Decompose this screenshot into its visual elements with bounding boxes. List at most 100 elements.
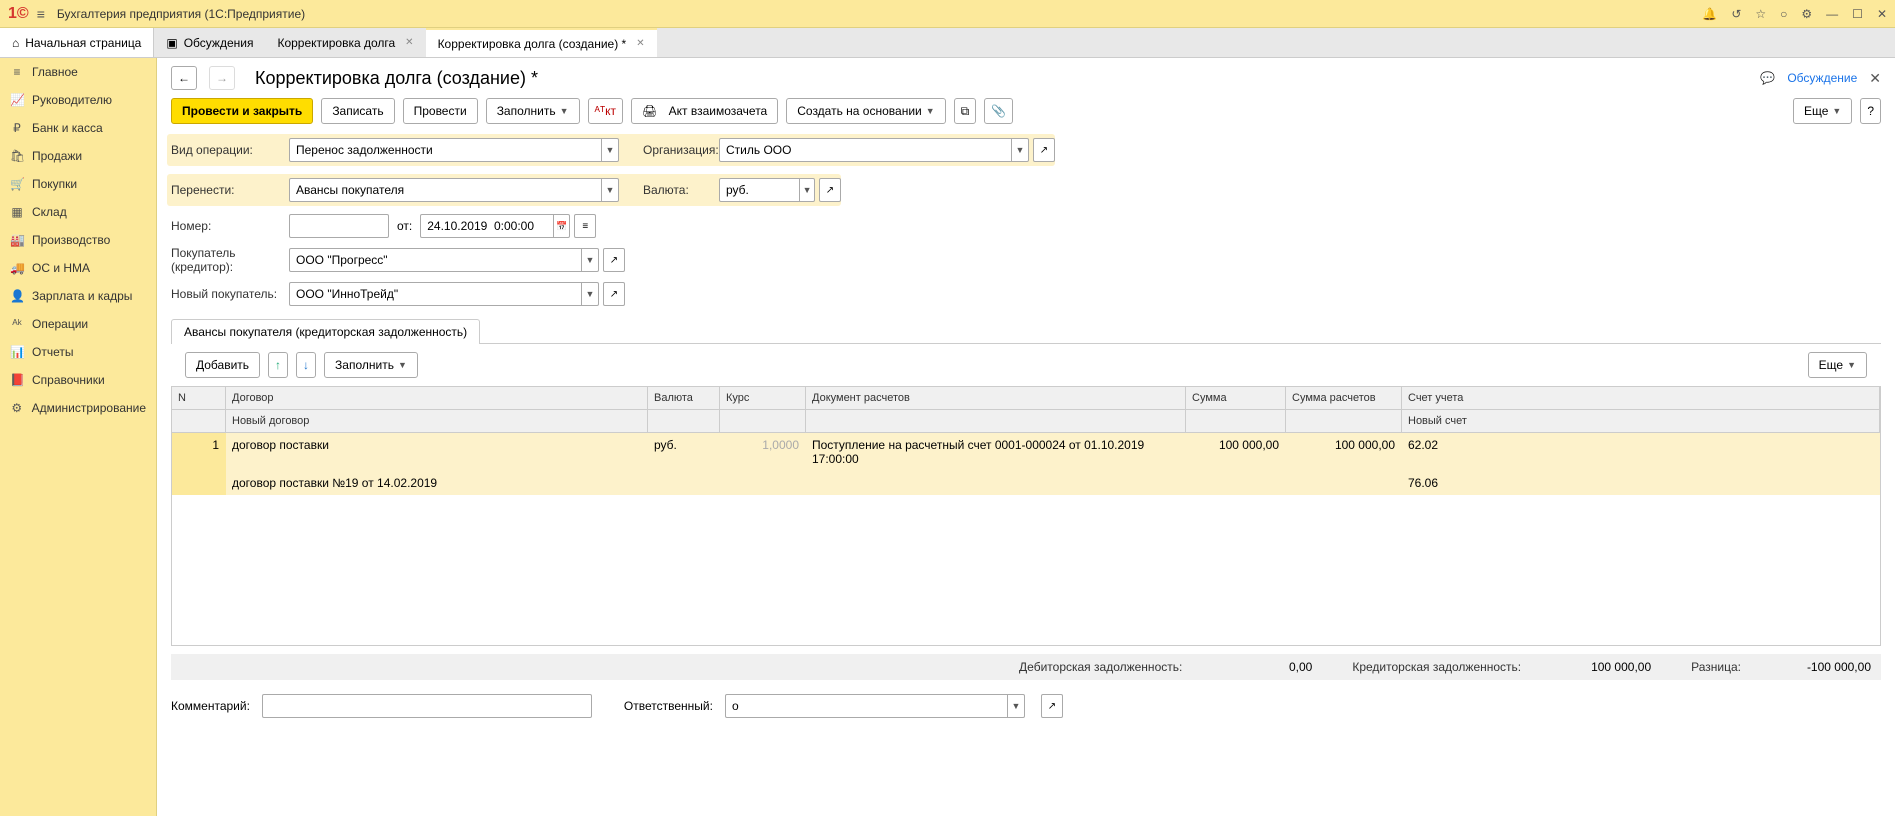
sidebar-item-manager[interactable]: 📈Руководителю bbox=[0, 86, 156, 114]
move-input[interactable] bbox=[290, 183, 601, 197]
history-icon[interactable]: ↺ bbox=[1731, 7, 1741, 21]
org-field[interactable]: ▼ bbox=[719, 138, 1029, 162]
sidebar-item-purchases[interactable]: 🛒Покупки bbox=[0, 170, 156, 198]
cell-doc[interactable]: Поступление на расчетный счет 0001-00002… bbox=[806, 433, 1186, 471]
sub-fill-button[interactable]: Заполнить▼ bbox=[324, 352, 418, 378]
sidebar-item-admin[interactable]: ⚙Администрирование bbox=[0, 394, 156, 422]
move-up-button[interactable]: ↑ bbox=[268, 352, 288, 378]
save-button[interactable]: Записать bbox=[321, 98, 394, 124]
discuss-icon[interactable]: 💬 bbox=[1760, 71, 1775, 85]
sidebar-item-sales[interactable]: 🛍Продажи bbox=[0, 142, 156, 170]
back-button[interactable]: ← bbox=[171, 66, 197, 90]
chevron-down-icon[interactable]: ▼ bbox=[1011, 139, 1028, 161]
sub-more-button[interactable]: Еще▼ bbox=[1808, 352, 1867, 378]
open-buyer-button[interactable]: ↗ bbox=[603, 248, 625, 272]
cell-new-contract[interactable]: договор поставки №19 от 14.02.2019 bbox=[226, 471, 648, 495]
cell-sum2[interactable]: 100 000,00 bbox=[1286, 433, 1402, 471]
forward-button[interactable]: → bbox=[209, 66, 235, 90]
org-input[interactable] bbox=[720, 143, 1011, 157]
op-type-field[interactable]: ▼ bbox=[289, 138, 619, 162]
comment-input[interactable] bbox=[263, 699, 591, 713]
open-newbuyer-button[interactable]: ↗ bbox=[603, 282, 625, 306]
sidebar-item-production[interactable]: 🏭Производство bbox=[0, 226, 156, 254]
tab-correction-2[interactable]: Корректировка долга (создание) * ✕ bbox=[426, 28, 657, 57]
post-button[interactable]: Провести bbox=[403, 98, 478, 124]
currency-input[interactable] bbox=[720, 183, 799, 197]
add-row-button[interactable]: Добавить bbox=[185, 352, 260, 378]
number-field[interactable] bbox=[289, 214, 389, 238]
open-org-button[interactable]: ↗ bbox=[1033, 138, 1055, 162]
col-sum[interactable]: Сумма bbox=[1186, 387, 1286, 409]
cell-sum[interactable]: 100 000,00 bbox=[1186, 433, 1286, 471]
open-currency-button[interactable]: ↗ bbox=[819, 178, 841, 202]
col-account[interactable]: Счет учета bbox=[1402, 387, 1880, 409]
calendar-icon[interactable]: 📅 bbox=[553, 215, 569, 237]
hamburger-icon[interactable]: ≡ bbox=[37, 6, 45, 22]
advances-grid[interactable]: N Договор Валюта Курс Документ расчетов … bbox=[171, 386, 1881, 646]
responsible-field[interactable]: ▼ bbox=[725, 694, 1025, 718]
col-n[interactable]: N bbox=[172, 387, 226, 409]
tab-home[interactable]: ⌂ Начальная страница bbox=[0, 28, 154, 57]
minimize-icon[interactable]: — bbox=[1826, 7, 1838, 21]
close-doc-icon[interactable]: ✕ bbox=[1869, 70, 1881, 87]
sidebar-item-warehouse[interactable]: ▦Склад bbox=[0, 198, 156, 226]
cell-new-account[interactable]: 76.06 bbox=[1402, 471, 1880, 495]
newbuyer-field[interactable]: ▼ bbox=[289, 282, 599, 306]
cell-contract[interactable]: договор поставки bbox=[226, 433, 648, 471]
chevron-down-icon[interactable]: ▼ bbox=[601, 179, 618, 201]
sidebar-item-assets[interactable]: 🚚ОС и НМА bbox=[0, 254, 156, 282]
chevron-down-icon[interactable]: ▼ bbox=[1007, 695, 1024, 717]
attach-button[interactable]: 📎 bbox=[984, 98, 1013, 124]
sidebar-item-reports[interactable]: 📊Отчеты bbox=[0, 338, 156, 366]
buyer-field[interactable]: ▼ bbox=[289, 248, 599, 272]
open-responsible-button[interactable]: ↗ bbox=[1041, 694, 1063, 718]
move-field[interactable]: ▼ bbox=[289, 178, 619, 202]
col-currency[interactable]: Валюта bbox=[648, 387, 720, 409]
act-button[interactable]: 🖨 Акт взаимозачета bbox=[631, 98, 778, 124]
tab-correction-1[interactable]: Корректировка долга ✕ bbox=[265, 28, 425, 57]
sidebar-item-salary[interactable]: 👤Зарплата и кадры bbox=[0, 282, 156, 310]
star-icon[interactable]: ☆ bbox=[1755, 7, 1766, 21]
sidebar-item-operations[interactable]: ᴬᵏОперации bbox=[0, 310, 156, 338]
date-extra-button[interactable]: ≡ bbox=[574, 214, 596, 238]
settings-icon[interactable]: ⚙ bbox=[1801, 7, 1812, 21]
col-rate[interactable]: Курс bbox=[720, 387, 806, 409]
chevron-down-icon[interactable]: ▼ bbox=[799, 179, 814, 201]
sidebar-item-bank[interactable]: ₽Банк и касса bbox=[0, 114, 156, 142]
bell-icon[interactable]: 🔔 bbox=[1702, 7, 1717, 21]
cell-account[interactable]: 62.02 bbox=[1402, 433, 1880, 471]
col-sum-calc[interactable]: Сумма расчетов bbox=[1286, 387, 1402, 409]
sub-tab-advances[interactable]: Авансы покупателя (кредиторская задолжен… bbox=[171, 319, 480, 344]
sidebar-item-catalogs[interactable]: 📕Справочники bbox=[0, 366, 156, 394]
date-input[interactable] bbox=[421, 219, 553, 233]
cell-rate[interactable]: 1,0000 bbox=[720, 433, 806, 471]
grid-row-1[interactable]: 1 договор поставки руб. 1,0000 Поступлен… bbox=[172, 433, 1880, 471]
cell-currency[interactable]: руб. bbox=[648, 433, 720, 471]
move-down-button[interactable]: ↓ bbox=[296, 352, 316, 378]
chevron-down-icon[interactable]: ▼ bbox=[581, 283, 598, 305]
fill-button[interactable]: Заполнить▼ bbox=[486, 98, 580, 124]
more-button[interactable]: Еще▼ bbox=[1793, 98, 1852, 124]
buyer-input[interactable] bbox=[290, 253, 581, 267]
create-on-button[interactable]: Создать на основании▼ bbox=[786, 98, 945, 124]
help-button[interactable]: ? bbox=[1860, 98, 1881, 124]
discuss-link[interactable]: Обсуждение bbox=[1787, 71, 1857, 85]
close-icon[interactable]: ✕ bbox=[1877, 7, 1887, 21]
sidebar-item-main[interactable]: ≡Главное bbox=[0, 58, 156, 86]
number-input[interactable] bbox=[290, 219, 388, 233]
grid-row-1b[interactable]: договор поставки №19 от 14.02.2019 76.06 bbox=[172, 471, 1880, 495]
col-doc[interactable]: Документ расчетов bbox=[806, 387, 1186, 409]
date-field[interactable]: 📅 bbox=[420, 214, 570, 238]
col-contract[interactable]: Договор bbox=[226, 387, 648, 409]
newbuyer-input[interactable] bbox=[290, 287, 581, 301]
currency-field[interactable]: ▼ bbox=[719, 178, 815, 202]
comment-field[interactable] bbox=[262, 694, 592, 718]
tab-close-icon[interactable]: ✕ bbox=[636, 38, 644, 49]
dot-icon[interactable]: ○ bbox=[1780, 7, 1787, 21]
chevron-down-icon[interactable]: ▼ bbox=[581, 249, 598, 271]
maximize-icon[interactable]: ☐ bbox=[1852, 7, 1863, 21]
op-type-input[interactable] bbox=[290, 143, 601, 157]
structure-button[interactable]: ⧉ bbox=[954, 98, 977, 124]
tab-discuss[interactable]: ▣ Обсуждения bbox=[154, 28, 265, 57]
dkt-button[interactable]: ᴬᵀкт bbox=[588, 98, 624, 124]
